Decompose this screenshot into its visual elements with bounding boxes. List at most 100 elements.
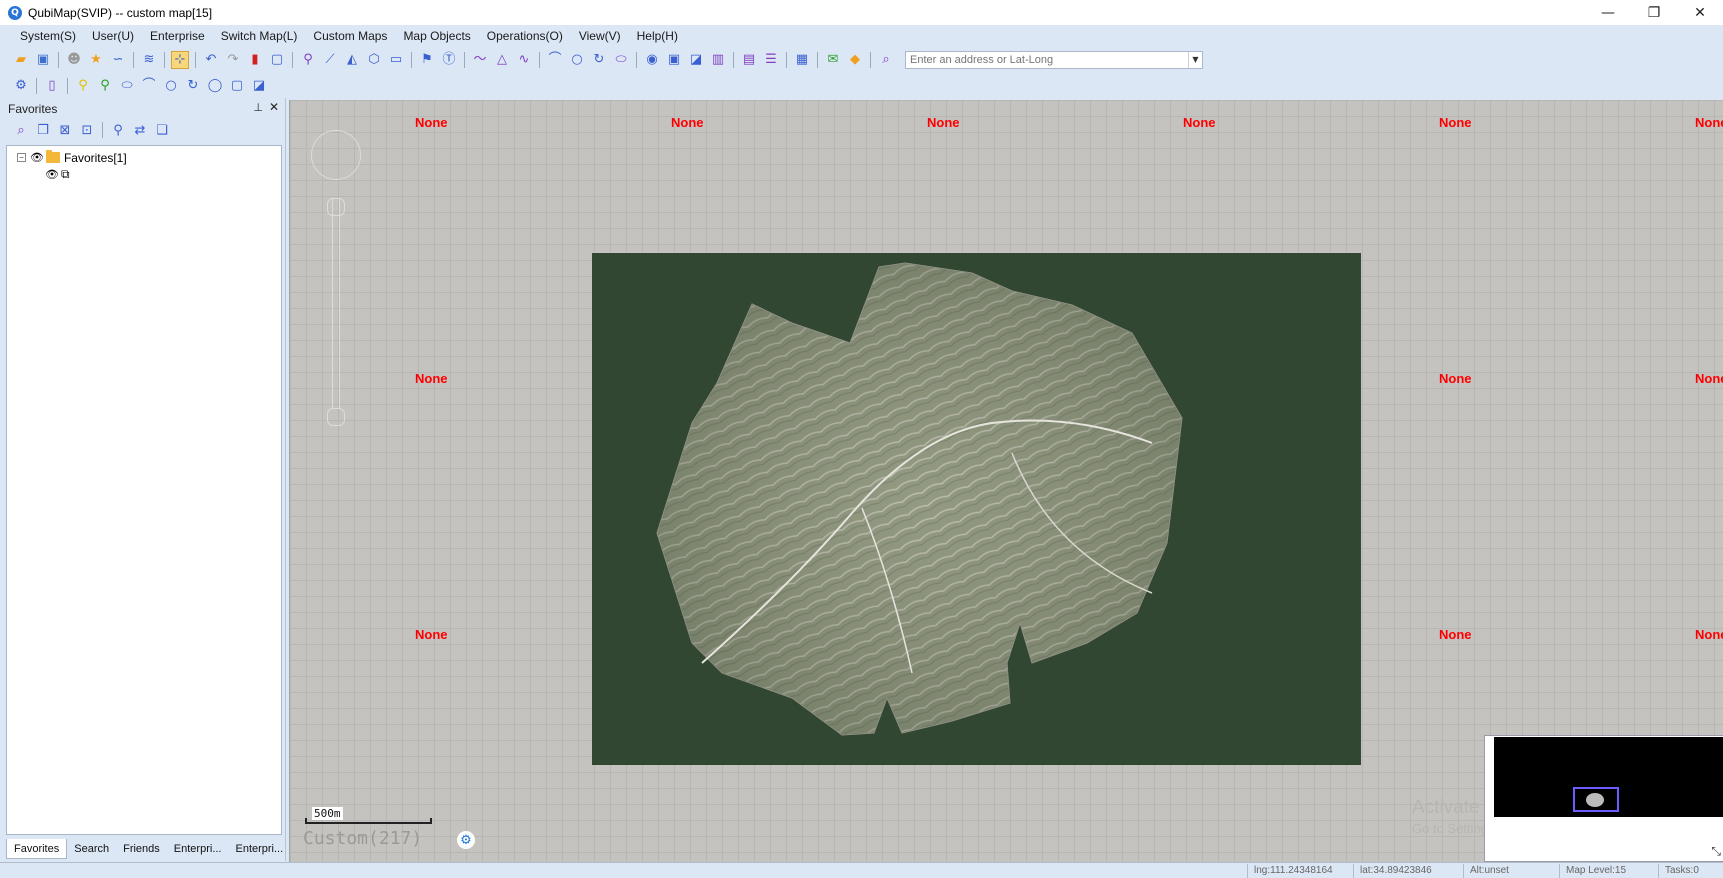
- chevron-down-icon[interactable]: ▼: [1188, 51, 1202, 68]
- square-icon[interactable]: ▣: [665, 51, 683, 69]
- text-icon[interactable]: Ⓣ: [440, 51, 458, 69]
- undo-icon[interactable]: ↶: [202, 51, 220, 69]
- toolbar-separator: [292, 51, 293, 68]
- collapse-icon[interactable]: −: [17, 153, 26, 162]
- table-icon[interactable]: ▦: [793, 51, 811, 69]
- restore-button[interactable]: ❐: [1631, 0, 1677, 25]
- minimize-button[interactable]: —: [1585, 0, 1631, 25]
- toolbar-separator: [464, 51, 465, 68]
- shape-icon[interactable]: ◪: [250, 77, 268, 95]
- overview-viewport-box[interactable]: [1573, 787, 1619, 812]
- marker-icon[interactable]: ⚲: [299, 51, 317, 69]
- rotate-icon[interactable]: ↻: [184, 77, 202, 95]
- diamond-icon[interactable]: ◆: [846, 51, 864, 69]
- arc-icon[interactable]: ⌒: [546, 51, 564, 69]
- tab-enterprise-2[interactable]: Enterpri...: [228, 839, 290, 859]
- status-map-level: Map Level:15: [1559, 864, 1658, 878]
- page-icon[interactable]: ▯: [43, 77, 61, 95]
- tile-label: None: [1183, 115, 1216, 130]
- polyline-icon[interactable]: 〜: [471, 51, 489, 69]
- menu-map-objects[interactable]: Map Objects: [395, 29, 478, 43]
- tab-favorites[interactable]: Favorites: [6, 839, 68, 859]
- copy-icon[interactable]: ❐: [34, 121, 52, 139]
- settings-icon[interactable]: ⚙: [12, 77, 30, 95]
- marker-icon[interactable]: ⚲: [109, 121, 127, 139]
- map-canvas[interactable]: None None None None None None None None …: [289, 100, 1723, 862]
- gear-icon[interactable]: ⚙: [457, 831, 475, 849]
- menu-help[interactable]: Help(H): [629, 29, 686, 43]
- tab-enterprise-1[interactable]: Enterpri...: [167, 839, 229, 859]
- columns-icon[interactable]: ▥: [709, 51, 727, 69]
- menu-custom-maps[interactable]: Custom Maps: [305, 29, 395, 43]
- status-longitude: lng:111.24348164: [1247, 864, 1353, 878]
- locate-icon[interactable]: ⊡: [78, 121, 96, 139]
- layout-icon[interactable]: ▤: [740, 51, 758, 69]
- video-icon[interactable]: ▭: [387, 51, 405, 69]
- arc-icon[interactable]: ⌒: [140, 77, 158, 95]
- green-pin-icon[interactable]: ⚲: [96, 77, 114, 95]
- search-icon[interactable]: ⌕: [877, 51, 895, 69]
- curve-icon[interactable]: ∿: [515, 51, 533, 69]
- chat-icon[interactable]: ✉: [824, 51, 842, 69]
- close-button[interactable]: ✕: [1677, 0, 1723, 25]
- overview-map[interactable]: ⤡: [1484, 735, 1723, 862]
- menu-switch-map[interactable]: Switch Map(L): [213, 29, 306, 43]
- ellipse-icon[interactable]: ⬭: [612, 51, 630, 69]
- polygon-tool-icon[interactable]: ⬡: [365, 51, 383, 69]
- delete-icon[interactable]: ▮: [246, 51, 264, 69]
- ellipse-icon[interactable]: ⬭: [118, 77, 136, 95]
- tree-row-child[interactable]: 👁 ⧉: [7, 166, 281, 183]
- scale-bar: [305, 818, 432, 824]
- menu-operations[interactable]: Operations(O): [479, 29, 571, 43]
- measure-area-icon[interactable]: ◭: [343, 51, 361, 69]
- status-altitude: Alt:unset: [1463, 864, 1559, 878]
- address-input[interactable]: [906, 51, 1188, 68]
- menu-system[interactable]: System(S): [12, 29, 84, 43]
- circle-icon[interactable]: ○: [568, 51, 586, 69]
- toolbar-separator: [411, 51, 412, 68]
- pin-icon[interactable]: ⚑: [418, 51, 436, 69]
- search-icon[interactable]: ⌕: [12, 121, 30, 139]
- user-icon[interactable]: ☻: [65, 51, 83, 69]
- save-icon[interactable]: ▣: [34, 51, 52, 69]
- ruler-icon[interactable]: ⟋: [321, 51, 339, 69]
- title-bar: Q QubiMap(SVIP) -- custom map[15] — ❐ ✕: [0, 0, 1723, 25]
- redo-icon[interactable]: ↷: [224, 51, 242, 69]
- close-icon[interactable]: ✕: [269, 100, 279, 114]
- link-icon[interactable]: ∽: [109, 51, 127, 69]
- delete-icon[interactable]: ⊠: [56, 121, 74, 139]
- open-folder-icon[interactable]: ▰: [12, 51, 30, 69]
- list-icon[interactable]: ☰: [762, 51, 780, 69]
- menu-enterprise[interactable]: Enterprise: [142, 29, 213, 43]
- tree-row-favorites[interactable]: − 👁 Favorites[1]: [7, 149, 281, 166]
- tile-label: None: [671, 115, 704, 130]
- eye-icon[interactable]: 👁: [45, 168, 59, 181]
- select-tool-icon[interactable]: ⊹: [171, 50, 189, 69]
- circle-solid-icon[interactable]: ◉: [643, 51, 661, 69]
- compass-control[interactable]: [311, 130, 361, 180]
- circle-icon[interactable]: ○: [162, 77, 180, 95]
- menu-view[interactable]: View(V): [571, 29, 629, 43]
- resize-arrow-icon[interactable]: ⤡: [1711, 844, 1721, 859]
- layers-icon[interactable]: ❏: [153, 121, 171, 139]
- rotate-icon[interactable]: ↻: [590, 51, 608, 69]
- triangle-icon[interactable]: △: [493, 51, 511, 69]
- tile-label: None: [1695, 371, 1723, 386]
- shape-icon[interactable]: ◪: [687, 51, 705, 69]
- zoom-out-handle[interactable]: [327, 408, 345, 426]
- pin-icon[interactable]: ⊥: [253, 101, 263, 114]
- tab-search[interactable]: Search: [67, 839, 116, 859]
- tab-friends[interactable]: Friends: [116, 839, 167, 859]
- circle-icon[interactable]: ◯: [206, 77, 224, 95]
- rect-select-icon[interactable]: ▢: [268, 51, 286, 69]
- menu-user[interactable]: User(U): [84, 29, 142, 43]
- square-icon[interactable]: ▢: [228, 77, 246, 95]
- swap-icon[interactable]: ⇄: [131, 121, 149, 139]
- toolbar-separator: [870, 51, 871, 68]
- status-placeholder: [1145, 864, 1235, 878]
- layers-icon[interactable]: ≋: [140, 51, 158, 69]
- yellow-pin-icon[interactable]: ⚲: [74, 77, 92, 95]
- zoom-slider[interactable]: [332, 198, 340, 408]
- eye-icon[interactable]: 👁: [30, 151, 44, 164]
- favorite-star-icon[interactable]: ★: [87, 51, 105, 69]
